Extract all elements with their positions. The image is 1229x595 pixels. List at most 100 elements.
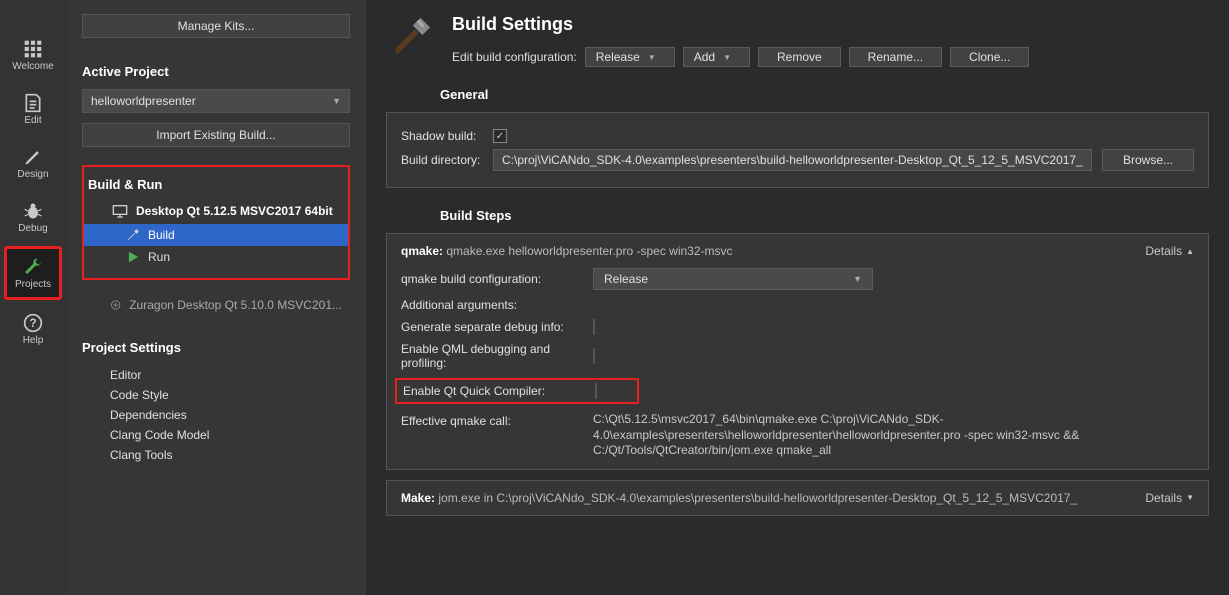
kit-build-item[interactable]: Build: [84, 224, 348, 246]
other-kit[interactable]: Zuragon Desktop Qt 5.10.0 MSVC201...: [82, 292, 350, 318]
rename-button[interactable]: Rename...: [849, 47, 942, 67]
details-label: Details: [1145, 244, 1182, 258]
make-title: Make:: [401, 491, 435, 505]
mode-help[interactable]: ? Help: [6, 304, 60, 354]
qmake-step-panel: qmake: qmake.exe helloworldpresenter.pro…: [386, 233, 1209, 470]
hammer-icon: [126, 228, 140, 242]
shadow-build-checkbox[interactable]: ✓: [493, 129, 507, 143]
qmake-title: qmake:: [401, 244, 443, 258]
hammer-large-icon: [386, 14, 432, 60]
mode-projects[interactable]: Projects: [4, 246, 62, 300]
kit-header[interactable]: Desktop Qt 5.12.5 MSVC2017 64bit: [84, 198, 348, 224]
mode-debug[interactable]: Debug: [6, 192, 60, 242]
mode-edit[interactable]: Edit: [6, 84, 60, 134]
general-panel: Shadow build: ✓ Build directory: Browse.…: [386, 112, 1209, 188]
mode-edit-label: Edit: [24, 115, 41, 126]
mode-projects-label: Projects: [15, 279, 51, 290]
gen-debug-checkbox[interactable]: [593, 319, 595, 335]
qmake-form: qmake build configuration: Release ▼ Add…: [401, 268, 1194, 459]
mode-debug-label: Debug: [18, 223, 47, 234]
active-project-title: Active Project: [82, 64, 350, 79]
help-icon: ?: [23, 313, 43, 333]
qml-debug-label: Enable QML debugging and profiling:: [401, 342, 581, 370]
bug-icon: [23, 201, 43, 221]
kit-run-item[interactable]: Run: [84, 246, 348, 268]
make-step-panel: Make: jom.exe in C:\proj\ViCANdo_SDK-4.0…: [386, 480, 1209, 516]
build-run-title: Build & Run: [84, 177, 348, 192]
make-subtitle: jom.exe in C:\proj\ViCANdo_SDK-4.0\examp…: [438, 491, 1077, 505]
shadow-build-label: Shadow build:: [401, 129, 483, 143]
qmake-subtitle: qmake.exe helloworldpresenter.pro -spec …: [446, 244, 732, 258]
qml-debug-checkbox[interactable]: [593, 348, 595, 364]
active-project-combo[interactable]: helloworldpresenter ▼: [82, 89, 350, 113]
add-button[interactable]: Add ▼: [683, 47, 750, 67]
config-row: Edit build configuration: Release ▼ Add …: [452, 47, 1029, 67]
setting-code-style[interactable]: Code Style: [110, 385, 350, 405]
mode-design-label: Design: [17, 169, 48, 180]
mode-welcome-label: Welcome: [12, 61, 54, 72]
mode-welcome[interactable]: Welcome: [6, 30, 60, 80]
qmake-config-value: Release: [604, 272, 648, 286]
effective-call-label: Effective qmake call:: [401, 412, 581, 428]
chevron-down-icon: ▼: [648, 53, 656, 62]
chevron-down-icon: ▼: [1186, 493, 1194, 502]
kit-name: Desktop Qt 5.12.5 MSVC2017 64bit: [136, 204, 333, 218]
kit-build-label: Build: [148, 228, 175, 242]
pencil-icon: [23, 147, 43, 167]
setting-clang-tools[interactable]: Clang Tools: [110, 445, 350, 465]
monitor-icon: [112, 204, 128, 218]
kit-run-label: Run: [148, 250, 170, 264]
chevron-down-icon: ▼: [723, 53, 731, 62]
import-build-button[interactable]: Import Existing Build...: [82, 123, 350, 147]
wrench-icon: [23, 257, 43, 277]
chevron-up-icon: ▲: [1186, 247, 1194, 256]
clone-button[interactable]: Clone...: [950, 47, 1029, 67]
mode-help-label: Help: [23, 335, 44, 346]
mode-toolbar: Welcome Edit Design Debug Projects ? Hel…: [0, 0, 66, 595]
gen-debug-label: Generate separate debug info:: [401, 320, 581, 334]
chevron-down-icon: ▼: [332, 96, 341, 106]
build-steps-title: Build Steps: [440, 208, 1209, 223]
add-label: Add: [694, 50, 715, 64]
plus-circle-icon: [110, 298, 121, 312]
project-settings-title: Project Settings: [82, 340, 350, 355]
main-header: Build Settings Edit build configuration:…: [386, 14, 1209, 67]
make-details-toggle[interactable]: Details ▼: [1145, 491, 1194, 505]
build-dir-input[interactable]: [493, 149, 1092, 171]
document-icon: [23, 93, 43, 113]
main-content: Build Settings Edit build configuration:…: [366, 0, 1229, 595]
active-project-value: helloworldpresenter: [91, 94, 196, 108]
side-panel: Manage Kits... Active Project helloworld…: [66, 0, 366, 595]
add-args-label: Additional arguments:: [401, 298, 581, 312]
browse-button[interactable]: Browse...: [1102, 149, 1194, 171]
effective-call-value: C:\Qt\5.12.5\msvc2017_64\bin\qmake.exe C…: [593, 412, 1194, 459]
project-settings-list: Editor Code Style Dependencies Clang Cod…: [82, 365, 350, 465]
manage-kits-button[interactable]: Manage Kits...: [82, 14, 350, 38]
edit-config-label: Edit build configuration:: [452, 50, 577, 64]
qmake-details-toggle[interactable]: Details ▲: [1145, 244, 1194, 258]
setting-dependencies[interactable]: Dependencies: [110, 405, 350, 425]
play-icon: [126, 250, 140, 264]
quick-compiler-checkbox[interactable]: [595, 383, 597, 399]
qmake-step-header: qmake: qmake.exe helloworldpresenter.pro…: [401, 244, 1194, 258]
grid-icon: [23, 39, 43, 59]
mode-design[interactable]: Design: [6, 138, 60, 188]
config-combo[interactable]: Release ▼: [585, 47, 675, 67]
setting-clang-code-model[interactable]: Clang Code Model: [110, 425, 350, 445]
qmake-config-combo[interactable]: Release ▼: [593, 268, 873, 290]
page-title: Build Settings: [452, 14, 1029, 35]
setting-editor[interactable]: Editor: [110, 365, 350, 385]
make-step-header: Make: jom.exe in C:\proj\ViCANdo_SDK-4.0…: [401, 491, 1194, 505]
config-value: Release: [596, 50, 640, 64]
other-kit-label: Zuragon Desktop Qt 5.10.0 MSVC201...: [129, 298, 342, 312]
quick-compiler-label: Enable Qt Quick Compiler:: [403, 384, 583, 398]
remove-button[interactable]: Remove: [758, 47, 841, 67]
svg-text:?: ?: [29, 317, 36, 330]
build-dir-label: Build directory:: [401, 153, 483, 167]
build-run-highlight: Build & Run Desktop Qt 5.12.5 MSVC2017 6…: [82, 165, 350, 280]
quick-compiler-highlight: Enable Qt Quick Compiler:: [395, 378, 639, 404]
qmake-config-label: qmake build configuration:: [401, 272, 581, 286]
chevron-down-icon: ▼: [853, 274, 862, 284]
details-label: Details: [1145, 491, 1182, 505]
general-title: General: [440, 87, 1209, 102]
